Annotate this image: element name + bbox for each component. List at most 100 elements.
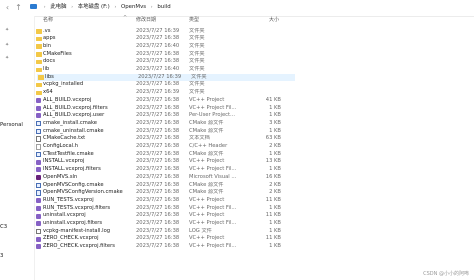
chevron-right-icon: › [150, 5, 153, 10]
file-row[interactable]: RUN_TESTS.vcxproj.filters 2023/7/27 16:38… [35, 205, 295, 213]
file-name: x64 [43, 89, 53, 96]
file-name: ZERO_CHECK.vcxproj [43, 235, 99, 242]
file-type: VC++ Project Fil... [189, 243, 237, 250]
sidebar-item-c3[interactable]: C3 [0, 224, 7, 230]
file-date: 2023/7/27 16:39 [136, 89, 180, 96]
vcxproj-icon [36, 105, 41, 111]
file-date: 2023/7/27 16:38 [136, 150, 180, 157]
up-arrow-icon[interactable]: ↑ [14, 3, 23, 12]
file-row[interactable]: vcpkg-manifest-install.log 2023/7/27 16:3… [35, 228, 295, 236]
file-type: VC++ Project [189, 235, 225, 242]
file-row[interactable]: .vs 2023/7/27 16:39 文件夹 [35, 28, 295, 36]
file-name: cmake_install.cmake [43, 119, 97, 126]
sidebar-item-personal[interactable]: Personal [0, 122, 23, 128]
file-name: RUN_TESTS.vcxproj.filters [43, 204, 111, 211]
file-row[interactable]: vcpkg_installed 2023/7/27 16:38 文件夹 [35, 81, 295, 89]
file-row[interactable]: lib 2023/7/27 16:40 文件夹 [35, 66, 295, 74]
file-row[interactable]: CMakeCache.txt 2023/7/27 16:38 文本文档 63 KB [35, 135, 295, 143]
column-name-header[interactable]: 名称 [43, 16, 53, 25]
file-type: CMake 源文件 [189, 127, 224, 134]
breadcrumb: › 此电脑 › 本地磁盘 (F:) › OpenMvs › build [30, 3, 171, 12]
file-row[interactable]: INSTALL.vcxproj 2023/7/27 16:38 VC++ Proje… [35, 158, 295, 166]
file-row[interactable]: ZERO_CHECK.vcxproj.filters 2023/7/27 16:3… [35, 243, 295, 251]
file-row[interactable]: bin 2023/7/27 16:40 文件夹 [35, 43, 295, 51]
column-size-header[interactable]: 大小 [269, 16, 279, 25]
file-date: 2023/7/27 16:38 [136, 81, 180, 88]
file-date: 2023/7/27 16:38 [136, 173, 180, 180]
text-file-icon [36, 136, 41, 142]
pin-icon[interactable]: ✦ [5, 56, 10, 61]
file-row[interactable]: ALL_BUILD.vcxproj.filters 2023/7/27 16:38… [35, 105, 295, 113]
file-name: OpenMVS.sln [43, 173, 78, 180]
file-row[interactable]: libs 2023/7/27 16:39 文件夹 [37, 73, 295, 82]
file-type: VC++ Project [189, 158, 225, 165]
file-row[interactable]: INSTALL.vcxproj.filters 2023/7/27 16:38 VC… [35, 166, 295, 174]
file-type: VC++ Project [189, 212, 225, 219]
file-row[interactable]: ALL_BUILD.vcxproj.user 2023/7/27 16:38 Per… [35, 112, 295, 120]
file-name: RUN_TESTS.vcxproj [43, 196, 94, 203]
file-row[interactable]: OpenMVSConfig.cmake 2023/7/27 16:38 CMake … [35, 182, 295, 190]
file-row[interactable]: apps 2023/7/27 16:38 文件夹 [35, 35, 295, 43]
file-type: LOG 文件 [189, 227, 212, 234]
file-date: 2023/7/27 16:38 [136, 181, 180, 188]
file-size: 1 KB [269, 220, 281, 226]
file-size: 1 KB [269, 204, 281, 211]
pin-icon[interactable]: ✦ [5, 43, 10, 48]
file-row[interactable]: ZERO_CHECK.vcxproj 2023/7/27 16:38 VC++ Pr… [35, 235, 295, 243]
back-arrow-icon[interactable]: ‹ [3, 3, 12, 12]
solution-file-icon [36, 175, 41, 181]
navigation-pane: ✦ ✦ ✦ Personal C3 3 [0, 16, 35, 280]
column-type-header[interactable]: 类型 [189, 16, 199, 25]
cmake-file-icon [36, 128, 41, 135]
breadcrumb-item[interactable]: 本地磁盘 (F:) [78, 3, 110, 12]
file-date: 2023/7/27 16:38 [136, 50, 180, 57]
file-name: vcpkg-manifest-install.log [43, 227, 111, 234]
file-type: 文件夹 [189, 50, 205, 57]
file-row[interactable]: docs 2023/7/27 16:38 文件夹 [35, 58, 295, 66]
file-size: 1 KB [269, 166, 281, 173]
pin-icon[interactable]: ✦ [5, 28, 10, 33]
file-name: uninstall.vcxproj [43, 212, 86, 219]
file-row[interactable]: cmake_uninstall.cmake 2023/7/27 16:38 CMak… [35, 128, 295, 136]
cmake-file-icon [36, 190, 41, 196]
folder-icon [38, 75, 44, 80]
file-type: VC++ Project Fil... [189, 104, 237, 111]
file-type: 文件夹 [189, 89, 205, 96]
file-name: vcpkg_installed [43, 81, 84, 88]
file-date: 2023/7/27 16:38 [136, 227, 180, 234]
breadcrumb-item[interactable]: 此电脑 [50, 3, 66, 12]
file-type: CMake 源文件 [189, 189, 224, 196]
file-type: 文件夹 [189, 35, 205, 42]
chevron-right-icon: › [43, 5, 46, 10]
file-date: 2023/7/27 16:40 [136, 42, 180, 49]
folder-icon [36, 90, 42, 96]
file-type: Per-User Project... [189, 112, 235, 119]
sidebar-item-3[interactable]: 3 [0, 253, 3, 259]
column-date-header[interactable]: 修改日期 [136, 16, 156, 25]
file-size: 11 KB [265, 212, 281, 219]
file-row[interactable]: cmake_install.cmake 2023/7/27 16:38 CMake … [35, 120, 295, 128]
file-name: CMakeCache.txt [43, 135, 86, 142]
file-row[interactable]: OpenMVS.sln 2023/7/27 16:38 Microsoft Visu… [35, 174, 295, 182]
file-row[interactable]: uninstall.vcxproj 2023/7/27 16:38 VC++ Pro… [35, 212, 295, 220]
folder-icon [36, 52, 42, 57]
file-row[interactable]: CMakeFiles 2023/7/27 16:38 文件夹 [35, 51, 295, 59]
file-type: VC++ Project [189, 96, 225, 103]
breadcrumb-item[interactable]: OpenMvs [121, 3, 146, 12]
vcxproj-icon [36, 98, 41, 104]
file-row[interactable]: x64 2023/7/27 16:39 文件夹 [35, 89, 295, 97]
breadcrumb-item[interactable]: build [157, 3, 170, 12]
file-type: 文件夹 [189, 58, 205, 65]
file-date: 2023/7/27 16:38 [136, 212, 180, 219]
file-date: 2023/7/27 16:38 [136, 204, 180, 211]
file-size: 1 KB [269, 150, 281, 157]
file-row[interactable]: uninstall.vcxproj.filters 2023/7/27 16:38… [35, 220, 295, 228]
file-row[interactable]: RUN_TESTS.vcxproj 2023/7/27 16:38 VC++ Pro… [35, 197, 295, 205]
file-date: 2023/7/27 16:38 [136, 189, 180, 196]
file-row[interactable]: CTestTestfile.cmake 2023/7/27 16:38 CMake … [35, 151, 295, 159]
file-row[interactable]: ConfigLocal.h 2023/7/27 16:38 C/C++ Header… [35, 143, 295, 151]
file-name: docs [43, 58, 56, 65]
file-row[interactable]: OpenMVSConfigVersion.cmake 2023/7/27 16:3… [35, 189, 295, 197]
file-row[interactable]: ALL_BUILD.vcxproj 2023/7/27 16:38 VC++ Pro… [35, 97, 295, 105]
address-bar: ‹ ↑ › 此电脑 › 本地磁盘 (F:) › OpenMvs › build [0, 0, 474, 17]
